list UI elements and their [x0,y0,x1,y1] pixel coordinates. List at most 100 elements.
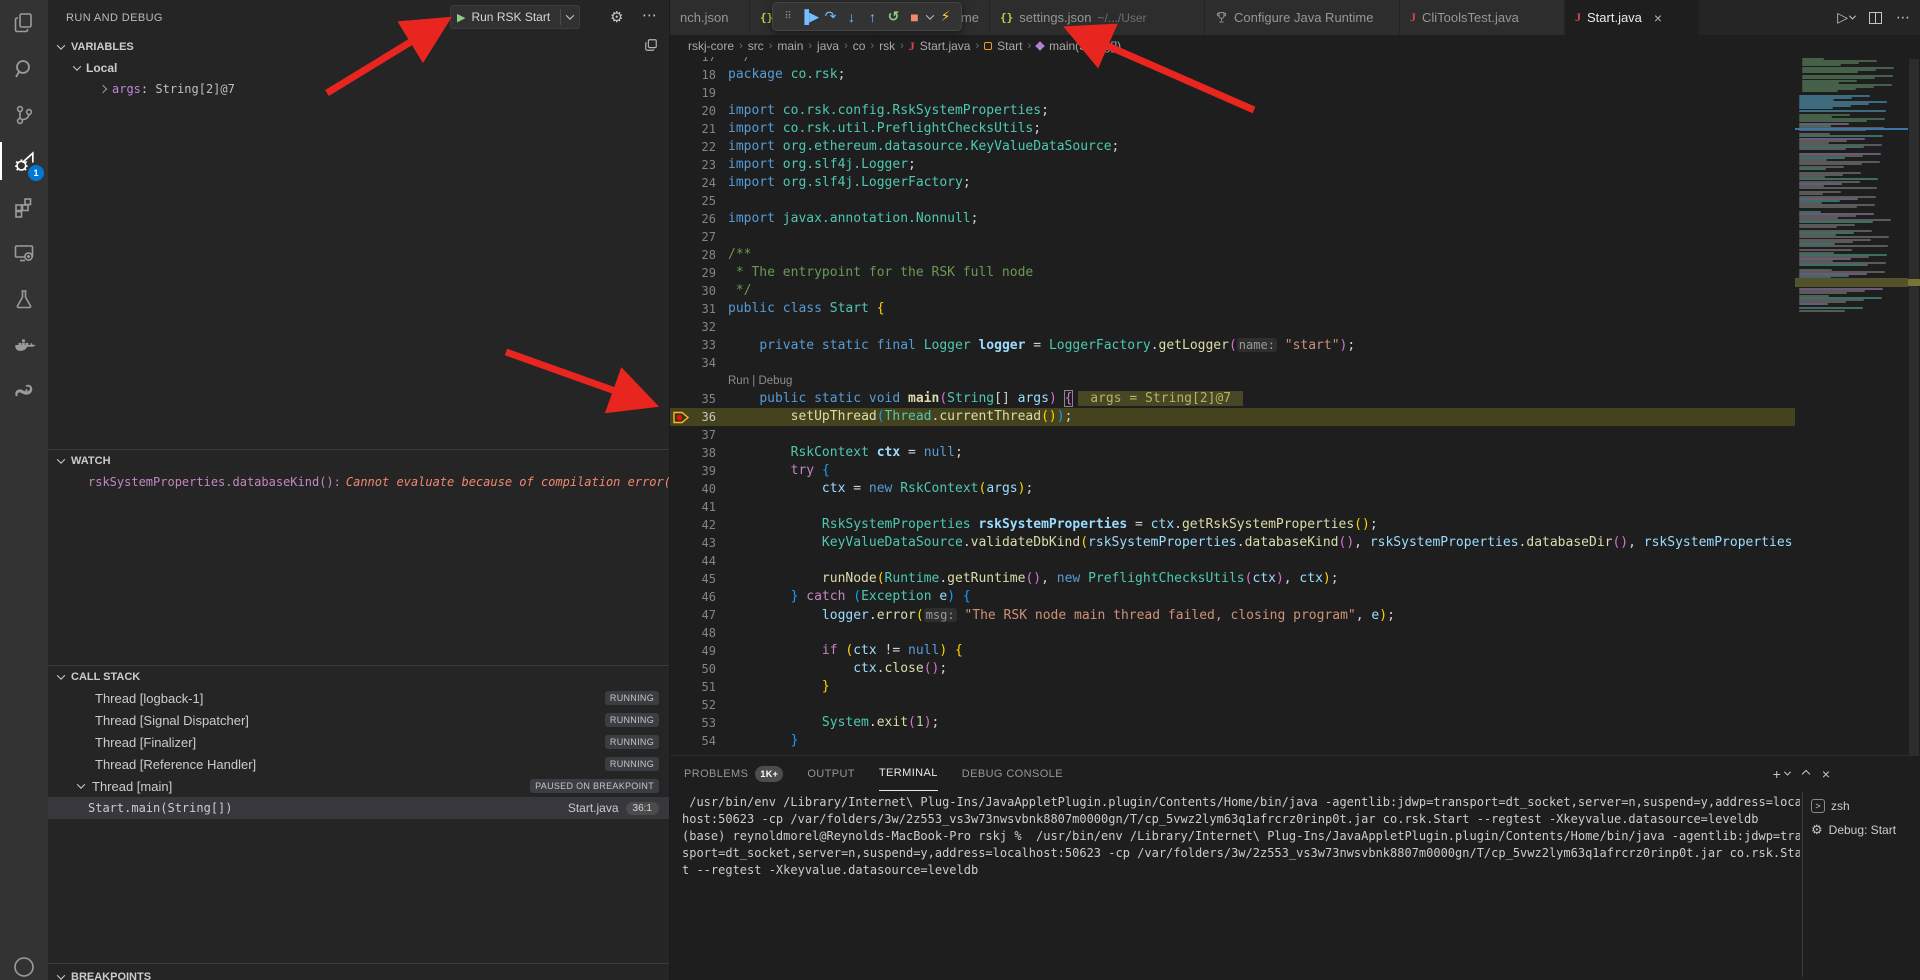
breakpoint-margin[interactable] [670,480,694,498]
drag-handle-icon[interactable]: ⠿ [778,5,799,29]
run-and-debug-icon[interactable]: 1 [0,138,48,184]
breakpoint-margin[interactable] [670,606,694,624]
breakpoint-margin[interactable] [670,642,694,660]
gear-icon[interactable]: ⚙ [610,8,623,26]
call-stack-frame[interactable]: Start.main(String[])Start.java36:1 [48,797,669,819]
breakpoint-margin[interactable] [670,732,694,750]
variable-args[interactable]: args: String[2]@7 [48,78,669,99]
call-stack-thread[interactable]: Thread [main]PAUSED ON BREAKPOINT [48,775,669,797]
breakpoint-margin[interactable] [670,66,694,84]
breakpoint-margin[interactable] [670,300,694,318]
watch-expression[interactable]: rskSystemProperties.databaseKind(): Cann… [48,471,669,492]
breakpoint-margin[interactable] [670,282,694,300]
step-into-icon[interactable]: ↓ [841,5,862,29]
code-editor[interactable]: 17 */18package co.rsk;1920import co.rsk.… [670,57,1795,755]
split-editor-icon[interactable] [1869,12,1882,24]
breakpoint-margin[interactable] [670,390,694,408]
breakpoint-margin[interactable] [670,534,694,552]
breakpoint-margin[interactable] [670,318,694,336]
breakpoint-margin[interactable] [670,156,694,174]
stop-icon[interactable]: ■ [904,5,925,29]
scrollbar-slider[interactable] [1909,59,1919,759]
explorer-icon[interactable] [0,0,48,46]
docker-icon[interactable] [0,322,48,368]
tab-settings-json[interactable]: {}settings.json~/.../User [990,0,1205,35]
panel-tab-problems[interactable]: PROBLEMS1K+ [684,756,783,791]
tab-nch-json[interactable]: nch.json [670,0,750,35]
breadcrumb-file[interactable]: Start.java [920,39,971,53]
breakpoint-margin[interactable] [670,516,694,534]
breakpoint-margin[interactable] [670,714,694,732]
breakpoint-margin[interactable] [670,354,694,372]
breakpoint-margin[interactable] [670,696,694,714]
run-file-button[interactable]: ▷ [1837,9,1855,26]
breakpoint-margin[interactable] [670,120,694,138]
breakpoint-margin[interactable] [670,264,694,282]
breadcrumb-segment[interactable]: co [853,39,866,53]
remote-explorer-icon[interactable] [0,230,48,276]
close-panel-icon[interactable]: × [1822,766,1830,782]
breakpoint-margin[interactable] [670,102,694,120]
breakpoint-margin[interactable] [670,192,694,210]
breadcrumb-method[interactable]: main(String[]) [1049,39,1121,53]
panel-tab-terminal[interactable]: TERMINAL [879,756,938,791]
breakpoint-margin[interactable] [670,462,694,480]
terminal-list-item-zsh[interactable]: >zsh [1803,794,1920,818]
breadcrumb-segment[interactable]: rskj-core [688,39,734,53]
call-stack-header[interactable]: CALL STACK [48,666,669,687]
breakpoint-margin[interactable] [670,552,694,570]
continue-icon[interactable]: ▐▶ [799,5,820,29]
new-terminal-icon[interactable]: + [1773,766,1790,782]
variables-header[interactable]: VARIABLES [48,36,669,57]
chevron-down-icon[interactable] [566,11,574,19]
restart-icon[interactable]: ↺ [883,5,904,29]
minimap[interactable] [1795,35,1908,755]
close-icon[interactable]: × [1654,10,1662,26]
breakpoint-margin[interactable] [670,570,694,588]
testing-icon[interactable] [0,276,48,322]
breakpoint-margin[interactable] [670,210,694,228]
run-config-button[interactable]: ▶ Run RSK Start [450,5,580,29]
tab-start-java[interactable]: JStart.java× [1565,0,1700,35]
breakpoint-margin[interactable] [670,624,694,642]
extensions-icon[interactable] [0,184,48,230]
source-control-icon[interactable] [0,92,48,138]
tab-configure-java-runtime[interactable]: Configure Java Runtime [1205,0,1400,35]
call-stack-thread[interactable]: Thread [Reference Handler]RUNNING [48,753,669,775]
search-icon[interactable] [0,46,48,92]
variables-scope-local[interactable]: Local [48,57,669,78]
breakpoint-margin[interactable] [670,660,694,678]
step-over-icon[interactable]: ↷ [820,5,841,29]
breadcrumb-segment[interactable]: main [777,39,803,53]
breadcrumb-class[interactable]: Start [997,39,1022,53]
breakpoint-margin[interactable] [670,84,694,102]
breakpoint-margin[interactable] [670,246,694,264]
maximize-panel-icon[interactable] [1803,771,1809,777]
breakpoints-header[interactable]: BREAKPOINTS [48,966,669,980]
breadcrumb-segment[interactable]: rsk [879,39,895,53]
breakpoint-margin[interactable] [670,336,694,354]
call-stack-thread[interactable]: Thread [Finalizer]RUNNING [48,731,669,753]
current-breakpoint-icon[interactable] [673,411,690,424]
breakpoint-margin[interactable] [670,408,694,426]
breadcrumb-segment[interactable]: src [748,39,764,53]
hot-code-replace-icon[interactable]: ⚡ [935,5,956,29]
breakpoint-margin[interactable] [670,678,694,696]
panel-tab-output[interactable]: OUTPUT [807,756,855,791]
call-stack-thread[interactable]: Thread [logback-1]RUNNING [48,687,669,709]
breakpoint-margin[interactable] [670,588,694,606]
more-editor-actions-icon[interactable]: ⋯ [1896,9,1910,26]
account-icon[interactable] [0,944,48,980]
breakpoint-margin[interactable] [670,174,694,192]
more-actions-icon[interactable]: ⋯ [642,6,657,24]
terminal-output[interactable]: /usr/bin/env /Library/Internet\ Plug-Ins… [682,794,1800,974]
panel-tab-debug-console[interactable]: DEBUG CONSOLE [962,756,1063,791]
overview-ruler[interactable] [1908,35,1920,755]
gradle-icon[interactable] [0,368,48,414]
terminal-list-item-debug-start[interactable]: ⚙Debug: Start [1803,818,1920,842]
breakpoint-margin[interactable] [670,138,694,156]
breakpoint-margin[interactable] [670,426,694,444]
tab-clitoolstest-java[interactable]: JCliToolsTest.java [1400,0,1565,35]
codelens-run-debug[interactable]: Run | Debug [670,372,1795,390]
breakpoint-margin[interactable] [670,498,694,516]
